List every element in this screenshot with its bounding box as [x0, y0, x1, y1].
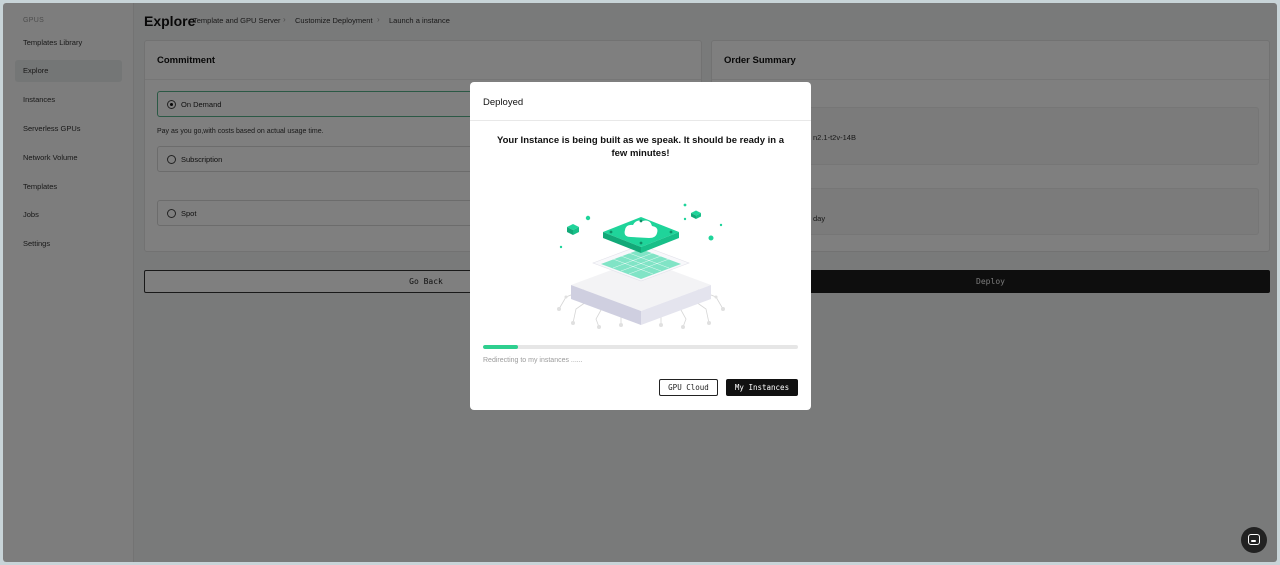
- chat-button[interactable]: [1241, 527, 1267, 553]
- progress-fill: [483, 345, 518, 349]
- divider: [470, 120, 811, 121]
- deploy-progress-bar: [483, 345, 798, 349]
- redirect-text: Redirecting to my instances ......: [483, 357, 583, 364]
- my-instances-button[interactable]: My Instances: [726, 379, 798, 396]
- modal-title: Deployed: [483, 97, 524, 108]
- deployed-modal: Deployed Your Instance is being built as…: [470, 82, 811, 410]
- app-window: GPUS Templates Library Explore Instances…: [3, 3, 1277, 562]
- gpu-cloud-button[interactable]: GPU Cloud: [659, 379, 718, 396]
- cloud-chip-icon: [557, 203, 725, 329]
- chat-icon: [1248, 534, 1260, 545]
- modal-message: Your Instance is being built as we speak…: [496, 135, 784, 159]
